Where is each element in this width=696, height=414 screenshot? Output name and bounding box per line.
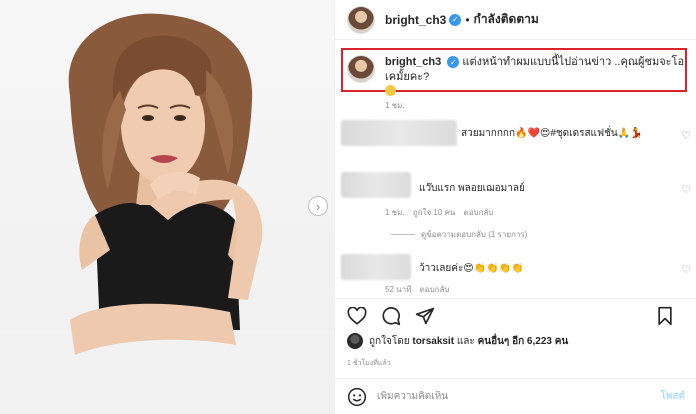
- comment-text: ว้าวเลยค่ะ😍👏👏👏👏: [419, 263, 524, 274]
- post-timestamp: 1 ชั่วโมงที่แล้ว: [347, 360, 391, 367]
- comment-reply-button[interactable]: ตอบกลับ: [420, 285, 450, 294]
- comment-item: ว้าวเลยค่ะ😍👏👏👏👏 ♡ 52 นาที ตอบกลับ: [341, 254, 691, 294]
- actions-divider: [335, 298, 696, 299]
- comment-item: สวยมากกกก🔥❤️😍#ชุดเดรสแฟชั่น🙏💃 ♡: [341, 120, 691, 160]
- smiley-icon[interactable]: [347, 387, 367, 407]
- post-header: bright_ch3 ✓ • กำลังติดตาม: [335, 0, 696, 40]
- post-comment-button[interactable]: โพสต์: [660, 389, 685, 404]
- paper-plane-icon[interactable]: [415, 306, 435, 326]
- blurred-commenter: [341, 120, 457, 146]
- comment-icon[interactable]: [381, 306, 401, 326]
- replies-divider: [391, 234, 415, 235]
- caption-text-block: bright_ch3 ✓ แต่งหน้าทำผมแบบนี้ไปอ่านข่า…: [385, 55, 687, 100]
- post-caption: bright_ch3 ✓ แต่งหน้าทำผมแบบนี้ไปอ่านข่า…: [347, 55, 687, 100]
- blurred-commenter: [341, 172, 411, 198]
- liker-username[interactable]: torsaksit: [412, 336, 454, 347]
- blurred-commenter: [341, 254, 411, 280]
- author-avatar[interactable]: [347, 5, 375, 34]
- comment-like-heart-icon[interactable]: ♡: [681, 263, 691, 276]
- view-replies-label: ดูข้อความตอบกลับ (1 รายการ): [421, 230, 528, 239]
- caption-time: 1 ชม.: [385, 101, 405, 110]
- comment-like-count[interactable]: ถูกใจ 10 คน: [413, 208, 455, 217]
- comment-text: สวยมากกกก🔥❤️😍#ชุดเดรสแฟชั่น🙏💃: [461, 128, 643, 139]
- post-photo: ›: [0, 0, 334, 414]
- add-comment-bar: โพสต์: [335, 378, 696, 414]
- caption-username[interactable]: bright_ch3: [385, 56, 441, 68]
- verified-badge-icon: ✓: [449, 13, 462, 26]
- liked-by-and: และ: [456, 335, 475, 347]
- verified-badge-icon: ✓: [447, 56, 460, 69]
- comment-time: 1 ชม.: [385, 208, 405, 217]
- comment-like-heart-icon[interactable]: ♡: [681, 129, 691, 142]
- liked-by-summary: ถูกใจโดย torsaksit และ คนอื่นๆ อีก 6,223…: [347, 333, 568, 349]
- caption-author-avatar[interactable]: [347, 55, 375, 83]
- comment-like-heart-icon[interactable]: ♡: [681, 183, 691, 196]
- follow-status-button[interactable]: กำลังติดตาม: [474, 10, 539, 29]
- chevron-right-icon: ›: [315, 198, 321, 214]
- liked-by-prefix: ถูกใจโดย: [369, 335, 410, 347]
- comment-time: 52 นาที: [385, 285, 412, 294]
- heart-icon[interactable]: [347, 307, 367, 325]
- comment-meta: 52 นาที ตอบกลับ: [385, 283, 456, 296]
- liked-by-others[interactable]: คนอื่นๆ อีก 6,223 คน: [478, 334, 569, 349]
- next-photo-button[interactable]: ›: [308, 196, 328, 216]
- post-detail-panel: bright_ch3 ✓ • กำลังติดตาม bright_ch3 ✓ …: [334, 0, 696, 414]
- author-username[interactable]: bright_ch3: [385, 13, 446, 27]
- bookmark-icon[interactable]: [657, 306, 673, 326]
- comment-meta: 1 ชม. ถูกใจ 10 คน ตอบกลับ: [385, 206, 499, 219]
- liker-avatar[interactable]: [347, 333, 363, 349]
- portrait-image: [0, 13, 334, 414]
- comment-input[interactable]: [377, 391, 661, 402]
- comment-item: แว๊บแรก พลอยเฌอมาลย์ ♡ 1 ชม. ถูกใจ 10 คน…: [341, 172, 691, 242]
- header-separator: •: [465, 12, 470, 27]
- comment-reply-button[interactable]: ตอบกลับ: [464, 208, 494, 217]
- comment-text: แว๊บแรก พลอยเฌอมาลย์: [419, 183, 525, 194]
- smiley-emoji-icon: [385, 85, 396, 96]
- view-replies-button[interactable]: ดูข้อความตอบกลับ (1 รายการ): [391, 228, 527, 241]
- post-actions: [347, 305, 687, 327]
